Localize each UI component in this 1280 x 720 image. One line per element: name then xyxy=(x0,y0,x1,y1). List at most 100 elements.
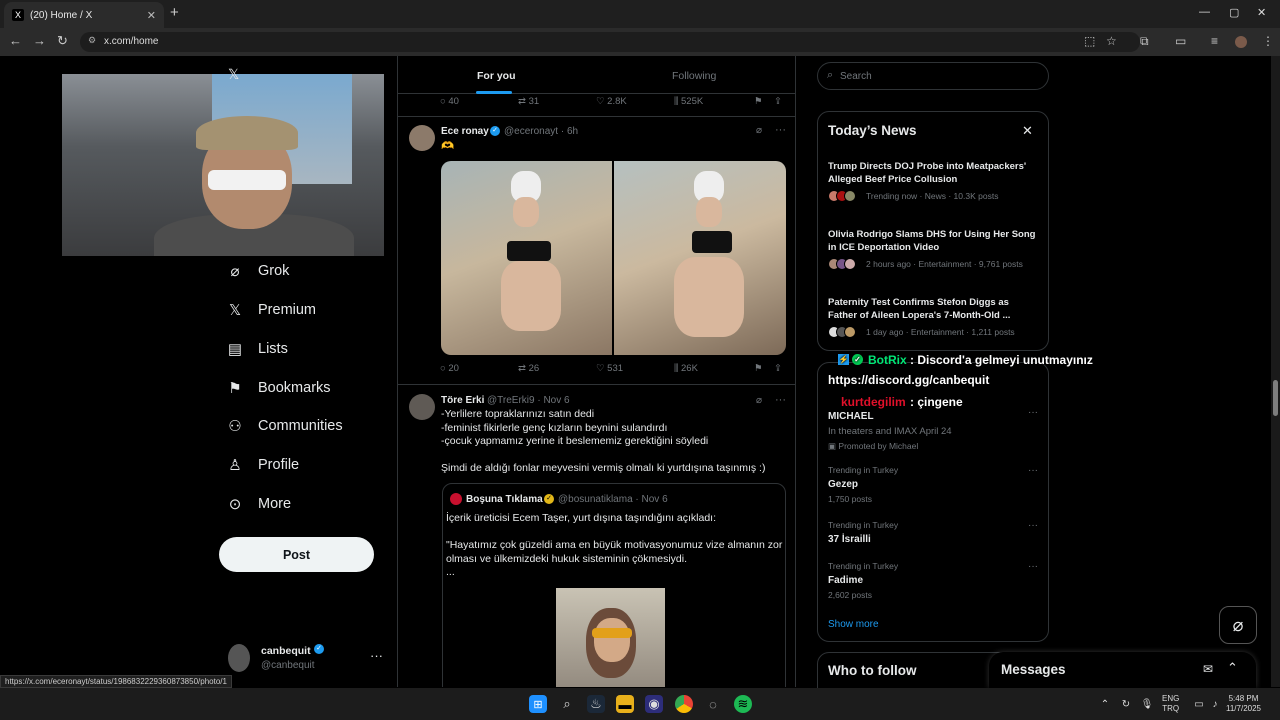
post-button[interactable]: Post xyxy=(219,537,374,572)
search-placeholder: Search xyxy=(840,71,872,82)
like-button[interactable]: ♡ 531 xyxy=(596,363,623,374)
quote-photo[interactable] xyxy=(556,588,665,687)
share-icon[interactable]: ⇪ xyxy=(774,363,782,374)
reload-icon[interactable]: ↻ xyxy=(57,33,68,49)
profile-icon: ♙ xyxy=(228,457,242,474)
close-icon[interactable]: ✕ xyxy=(1022,123,1033,139)
page-scrollbar[interactable] xyxy=(1271,56,1280,687)
media-icon[interactable]: ≡ xyxy=(1211,34,1218,48)
verified-badge-icon: ✓ xyxy=(490,126,500,136)
spotify-icon[interactable]: ≋ xyxy=(734,695,752,713)
news-item[interactable]: Paternity Test Confirms Stefon Diggs as … xyxy=(828,296,1040,338)
tweet-author-name[interactable]: Ece ronay xyxy=(441,126,489,137)
views-button[interactable]: ⫼ 525K xyxy=(674,96,703,107)
microphone-icon[interactable]: 🎙 xyxy=(1138,695,1156,713)
site-info-icon[interactable]: ⚙ xyxy=(88,35,96,46)
close-window-button[interactable]: ✕ xyxy=(1257,6,1266,19)
share-icon[interactable]: ⇪ xyxy=(774,96,782,107)
account-name: canbequit xyxy=(261,645,311,657)
steam-icon[interactable]: ♨ xyxy=(587,695,605,713)
profile-avatar[interactable] xyxy=(1235,36,1247,48)
bookmark-icon[interactable]: ⚑ xyxy=(754,363,763,374)
repost-button[interactable]: ⇄ 26 xyxy=(518,363,539,374)
tweet-photo[interactable] xyxy=(441,161,612,355)
tweet-author-handle[interactable]: @eceronayt · 6h xyxy=(504,126,578,137)
scrollbar-thumb[interactable] xyxy=(1273,380,1278,416)
bookmark-star-icon[interactable]: ☆ xyxy=(1106,34,1117,48)
close-tab-icon[interactable]: ✕ xyxy=(147,9,156,22)
more-options-icon[interactable]: ··· xyxy=(775,394,786,406)
avatar[interactable] xyxy=(409,125,435,151)
promoted-meta: ▣ Promoted by Michael xyxy=(828,441,919,451)
more-options-icon[interactable]: ··· xyxy=(1028,520,1038,531)
more-options-icon[interactable]: ··· xyxy=(1028,465,1038,476)
x-logo-icon[interactable]: 𝕏 xyxy=(228,66,239,83)
app-icon[interactable]: ◉ xyxy=(645,695,663,713)
back-icon[interactable]: ← xyxy=(9,33,22,48)
news-item[interactable]: Olivia Rodrigo Slams DHS for Using Her S… xyxy=(828,228,1040,270)
nav-label: Profile xyxy=(258,457,300,473)
address-bar[interactable]: ⚙ x.com/home xyxy=(80,32,1140,52)
reply-button[interactable]: ○ 40 xyxy=(440,96,459,107)
tab-for-you[interactable]: For you xyxy=(477,70,516,82)
grok-icon[interactable]: ⌀ xyxy=(756,125,762,136)
repost-count: 31 xyxy=(528,96,540,107)
tweet-author-name[interactable]: Töre Erki xyxy=(441,395,484,406)
browser-tab[interactable]: X (20) Home / X ✕ xyxy=(4,2,164,28)
quoted-tweet[interactable]: Boşuna Tıklama ✓ @bosunatiklama · Nov 6 … xyxy=(442,483,786,687)
chrome-icon[interactable] xyxy=(675,695,693,713)
tab-following[interactable]: Following xyxy=(672,70,716,82)
nav-item-more[interactable]: ⊙ More xyxy=(226,492,291,516)
tweet-author-handle[interactable]: @TreErki9 · Nov 6 xyxy=(487,395,570,406)
nav-item-communities[interactable]: ⚇ Communities xyxy=(226,414,342,438)
language-indicator[interactable]: ENG TRQ xyxy=(1162,694,1179,714)
promoted-trend[interactable]: MICHAEL In theaters and IMAX April 24 ▣ … xyxy=(828,407,1040,452)
new-message-icon[interactable]: ✉ xyxy=(1203,662,1213,676)
like-button[interactable]: ♡ 2.8K xyxy=(596,96,627,107)
search-icon[interactable]: ⌕ xyxy=(558,695,576,713)
trend-item[interactable]: Trending in Turkey 37 İsrailli ··· xyxy=(828,520,1040,545)
extensions-icon[interactable]: ⧉ xyxy=(1140,34,1149,49)
expand-icon[interactable]: ⌃ xyxy=(1227,660,1238,676)
tweet-photo[interactable] xyxy=(614,161,786,355)
reply-button[interactable]: ○ 20 xyxy=(440,363,459,374)
messages-drawer[interactable]: Messages ✉ ⌃ xyxy=(989,652,1256,688)
account-switcher[interactable]: canbequit ✓ @canbequit ··· xyxy=(228,640,388,676)
file-explorer-icon[interactable]: ▬ xyxy=(616,695,634,713)
install-app-icon[interactable]: ⬚ xyxy=(1084,34,1095,48)
new-tab-button[interactable]: + xyxy=(170,4,179,21)
nav-item-grok[interactable]: ⌀ Grok xyxy=(226,259,289,283)
search-input[interactable]: ⌕ Search xyxy=(817,62,1049,90)
nav-item-profile[interactable]: ♙ Profile xyxy=(226,453,299,477)
nav-item-lists[interactable]: ▤ Lists xyxy=(226,337,288,361)
stream-chat-overlay: ⚡ ✓ BotRix : Discord'a gelmeyi unutmayın… xyxy=(828,352,1138,412)
forward-icon[interactable]: → xyxy=(33,33,46,48)
bookmark-icon[interactable]: ⚑ xyxy=(754,96,763,107)
more-options-icon[interactable]: ··· xyxy=(775,124,786,136)
trend-item[interactable]: Trending in Turkey Fadime 2,602 posts ··… xyxy=(828,561,1040,600)
show-more-link[interactable]: Show more xyxy=(828,619,879,630)
sidebar-icon[interactable]: ▭ xyxy=(1175,34,1186,48)
nav-item-premium[interactable]: 𝕏 Premium xyxy=(226,298,316,322)
more-options-icon[interactable]: ··· xyxy=(370,648,383,663)
views-count: 26K xyxy=(681,363,698,374)
trend-title: MICHAEL xyxy=(828,411,874,422)
news-item[interactable]: Trump Directs DOJ Probe into Meatpackers… xyxy=(828,160,1040,202)
views-button[interactable]: ⫼ 26K xyxy=(674,363,698,374)
trend-item[interactable]: Trending in Turkey Gezep 1,750 posts ··· xyxy=(828,465,1040,504)
menu-kebab-icon[interactable]: ⋮ xyxy=(1262,34,1274,48)
maximize-button[interactable]: ▢ xyxy=(1229,6,1239,19)
clock[interactable]: 5:48 PM 11/7/2025 xyxy=(1226,694,1261,714)
grok-floating-button[interactable]: ⌀ xyxy=(1219,606,1257,644)
windows-start-icon[interactable]: ⊞ xyxy=(529,695,547,713)
minimize-button[interactable]: — xyxy=(1199,6,1210,18)
avatar[interactable] xyxy=(409,394,435,420)
repost-button[interactable]: ⇄ 31 xyxy=(518,96,539,107)
grok-icon[interactable]: ⌀ xyxy=(756,395,762,406)
app-icon[interactable]: ◌ xyxy=(704,695,722,713)
nav-item-bookmarks[interactable]: ⚑ Bookmarks xyxy=(226,376,330,400)
tray-sync-icon[interactable]: ↻ xyxy=(1117,695,1135,713)
volume-icon[interactable]: ♪ xyxy=(1206,695,1224,713)
more-options-icon[interactable]: ··· xyxy=(1028,561,1038,572)
tray-chevron-icon[interactable]: ⌃ xyxy=(1096,695,1114,713)
